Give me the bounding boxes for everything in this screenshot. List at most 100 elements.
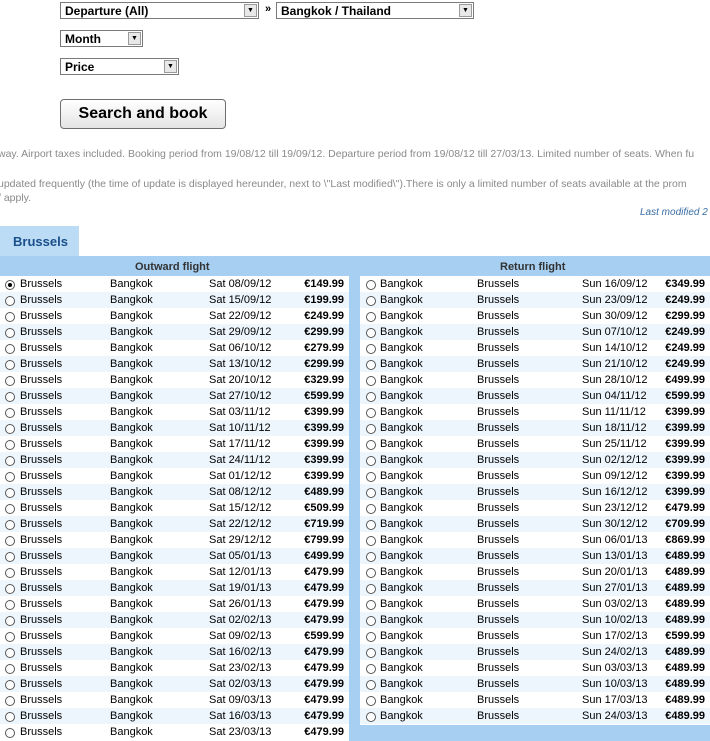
return-flight-row[interactable]: Bangkok Brussels Sun 03/02/13 €489.99 bbox=[360, 596, 710, 612]
return-flight-row[interactable]: Bangkok Brussels Sun 17/03/13 €489.99 bbox=[360, 692, 710, 708]
outward-radio-button[interactable] bbox=[5, 408, 15, 418]
outward-flight-row[interactable]: Brussels Bangkok Sat 16/02/13 €479.99 bbox=[0, 644, 349, 660]
outward-radio-button[interactable] bbox=[5, 696, 15, 706]
return-radio-button[interactable] bbox=[366, 584, 376, 594]
chevron-down-icon[interactable]: ▼ bbox=[244, 4, 257, 17]
outward-flight-row[interactable]: Brussels Bangkok Sat 15/12/12 €509.99 bbox=[0, 500, 349, 516]
return-flight-row[interactable]: Bangkok Brussels Sun 21/10/12 €249.99 bbox=[360, 356, 710, 372]
chevron-down-icon[interactable]: ▼ bbox=[128, 32, 141, 45]
return-radio-button[interactable] bbox=[366, 472, 376, 482]
return-flight-row[interactable]: Bangkok Brussels Sun 30/12/12 €709.99 bbox=[360, 516, 710, 532]
outward-flight-row[interactable]: Brussels Bangkok Sat 01/12/12 €399.99 bbox=[0, 468, 349, 484]
return-radio-button[interactable] bbox=[366, 696, 376, 706]
outward-radio-button[interactable] bbox=[5, 312, 15, 322]
departure-select[interactable]: Departure (All) ▼ bbox=[60, 2, 259, 19]
return-flight-row[interactable]: Bangkok Brussels Sun 16/12/12 €399.99 bbox=[360, 484, 710, 500]
return-flight-row[interactable]: Bangkok Brussels Sun 28/10/12 €499.99 bbox=[360, 372, 710, 388]
outward-radio-button[interactable] bbox=[5, 680, 15, 690]
outward-flight-row[interactable]: Brussels Bangkok Sat 10/11/12 €399.99 bbox=[0, 420, 349, 436]
outward-flight-row[interactable]: Brussels Bangkok Sat 20/10/12 €329.99 bbox=[0, 372, 349, 388]
outward-radio-button[interactable] bbox=[5, 344, 15, 354]
outward-flight-row[interactable]: Brussels Bangkok Sat 12/01/13 €479.99 bbox=[0, 564, 349, 580]
outward-flight-row[interactable]: Brussels Bangkok Sat 08/12/12 €489.99 bbox=[0, 484, 349, 500]
outward-radio-button[interactable] bbox=[5, 376, 15, 386]
outward-flight-row[interactable]: Brussels Bangkok Sat 29/12/12 €799.99 bbox=[0, 532, 349, 548]
chevron-down-icon[interactable]: ▼ bbox=[164, 60, 177, 73]
return-radio-button[interactable] bbox=[366, 488, 376, 498]
outward-flight-row[interactable]: Brussels Bangkok Sat 09/02/13 €599.99 bbox=[0, 628, 349, 644]
outward-flight-row[interactable]: Brussels Bangkok Sat 08/09/12 €149.99 bbox=[0, 276, 349, 292]
return-flight-row[interactable]: Bangkok Brussels Sun 07/10/12 €249.99 bbox=[360, 324, 710, 340]
return-flight-row[interactable]: Bangkok Brussels Sun 04/11/12 €599.99 bbox=[360, 388, 710, 404]
return-flight-row[interactable]: Bangkok Brussels Sun 27/01/13 €489.99 bbox=[360, 580, 710, 596]
return-flight-row[interactable]: Bangkok Brussels Sun 10/03/13 €489.99 bbox=[360, 676, 710, 692]
outward-flight-row[interactable]: Brussels Bangkok Sat 03/11/12 €399.99 bbox=[0, 404, 349, 420]
return-radio-button[interactable] bbox=[366, 616, 376, 626]
return-radio-button[interactable] bbox=[366, 568, 376, 578]
outward-radio-button[interactable] bbox=[5, 568, 15, 578]
return-flight-row[interactable]: Bangkok Brussels Sun 13/01/13 €489.99 bbox=[360, 548, 710, 564]
tab-brussels[interactable]: Brussels bbox=[0, 226, 79, 256]
outward-flight-row[interactable]: Brussels Bangkok Sat 06/10/12 €279.99 bbox=[0, 340, 349, 356]
outward-flight-row[interactable]: Brussels Bangkok Sat 05/01/13 €499.99 bbox=[0, 548, 349, 564]
return-flight-row[interactable]: Bangkok Brussels Sun 18/11/12 €399.99 bbox=[360, 420, 710, 436]
outward-radio-button[interactable] bbox=[5, 456, 15, 466]
outward-flight-row[interactable]: Brussels Bangkok Sat 13/10/12 €299.99 bbox=[0, 356, 349, 372]
return-flight-row[interactable]: Bangkok Brussels Sun 06/01/13 €869.99 bbox=[360, 532, 710, 548]
return-radio-button[interactable] bbox=[366, 392, 376, 402]
outward-flight-row[interactable]: Brussels Bangkok Sat 23/03/13 €479.99 bbox=[0, 724, 349, 740]
return-radio-button[interactable] bbox=[366, 312, 376, 322]
outward-radio-button[interactable] bbox=[5, 440, 15, 450]
outward-radio-button[interactable] bbox=[5, 472, 15, 482]
outward-flight-row[interactable]: Brussels Bangkok Sat 24/11/12 €399.99 bbox=[0, 452, 349, 468]
chevron-down-icon[interactable]: ▼ bbox=[459, 4, 472, 17]
return-radio-button[interactable] bbox=[366, 328, 376, 338]
return-radio-button[interactable] bbox=[366, 664, 376, 674]
outward-flight-row[interactable]: Brussels Bangkok Sat 22/09/12 €249.99 bbox=[0, 308, 349, 324]
outward-radio-button[interactable] bbox=[5, 632, 15, 642]
outward-radio-button[interactable] bbox=[5, 600, 15, 610]
return-flight-row[interactable]: Bangkok Brussels Sun 30/09/12 €299.99 bbox=[360, 308, 710, 324]
outward-flight-row[interactable]: Brussels Bangkok Sat 26/01/13 €479.99 bbox=[0, 596, 349, 612]
return-radio-button[interactable] bbox=[366, 680, 376, 690]
return-radio-button[interactable] bbox=[366, 520, 376, 530]
return-radio-button[interactable] bbox=[366, 280, 376, 290]
return-radio-button[interactable] bbox=[366, 440, 376, 450]
outward-radio-button[interactable] bbox=[5, 712, 15, 722]
return-radio-button[interactable] bbox=[366, 456, 376, 466]
search-and-book-button[interactable]: Search and book bbox=[60, 99, 226, 129]
return-flight-row[interactable]: Bangkok Brussels Sun 03/03/13 €489.99 bbox=[360, 660, 710, 676]
return-flight-row[interactable]: Bangkok Brussels Sun 10/02/13 €489.99 bbox=[360, 612, 710, 628]
outward-radio-button[interactable] bbox=[5, 360, 15, 370]
outward-flight-row[interactable]: Brussels Bangkok Sat 15/09/12 €199.99 bbox=[0, 292, 349, 308]
outward-radio-button[interactable] bbox=[5, 296, 15, 306]
outward-flight-row[interactable]: Brussels Bangkok Sat 02/03/13 €479.99 bbox=[0, 676, 349, 692]
return-radio-button[interactable] bbox=[366, 600, 376, 610]
destination-select[interactable]: Bangkok / Thailand ▼ bbox=[276, 2, 474, 19]
outward-radio-button[interactable] bbox=[5, 328, 15, 338]
return-radio-button[interactable] bbox=[366, 360, 376, 370]
outward-radio-button[interactable] bbox=[5, 488, 15, 498]
return-flight-row[interactable]: Bangkok Brussels Sun 14/10/12 €249.99 bbox=[360, 340, 710, 356]
return-flight-row[interactable]: Bangkok Brussels Sun 24/02/13 €489.99 bbox=[360, 644, 710, 660]
outward-flight-row[interactable]: Brussels Bangkok Sat 29/09/12 €299.99 bbox=[0, 324, 349, 340]
return-flight-row[interactable]: Bangkok Brussels Sun 23/12/12 €479.99 bbox=[360, 500, 710, 516]
return-radio-button[interactable] bbox=[366, 648, 376, 658]
outward-radio-button[interactable] bbox=[5, 616, 15, 626]
outward-radio-button[interactable] bbox=[5, 280, 15, 290]
return-radio-button[interactable] bbox=[366, 536, 376, 546]
outward-flight-row[interactable]: Brussels Bangkok Sat 02/02/13 €479.99 bbox=[0, 612, 349, 628]
return-radio-button[interactable] bbox=[366, 376, 376, 386]
outward-flight-row[interactable]: Brussels Bangkok Sat 22/12/12 €719.99 bbox=[0, 516, 349, 532]
return-radio-button[interactable] bbox=[366, 344, 376, 354]
return-flight-row[interactable]: Bangkok Brussels Sun 17/02/13 €599.99 bbox=[360, 628, 710, 644]
return-flight-row[interactable]: Bangkok Brussels Sun 02/12/12 €399.99 bbox=[360, 452, 710, 468]
outward-radio-button[interactable] bbox=[5, 520, 15, 530]
outward-radio-button[interactable] bbox=[5, 392, 15, 402]
outward-flight-row[interactable]: Brussels Bangkok Sat 16/03/13 €479.99 bbox=[0, 708, 349, 724]
outward-radio-button[interactable] bbox=[5, 504, 15, 514]
outward-flight-row[interactable]: Brussels Bangkok Sat 09/03/13 €479.99 bbox=[0, 692, 349, 708]
outward-radio-button[interactable] bbox=[5, 424, 15, 434]
month-select[interactable]: Month ▼ bbox=[60, 30, 143, 47]
outward-flight-row[interactable]: Brussels Bangkok Sat 19/01/13 €479.99 bbox=[0, 580, 349, 596]
